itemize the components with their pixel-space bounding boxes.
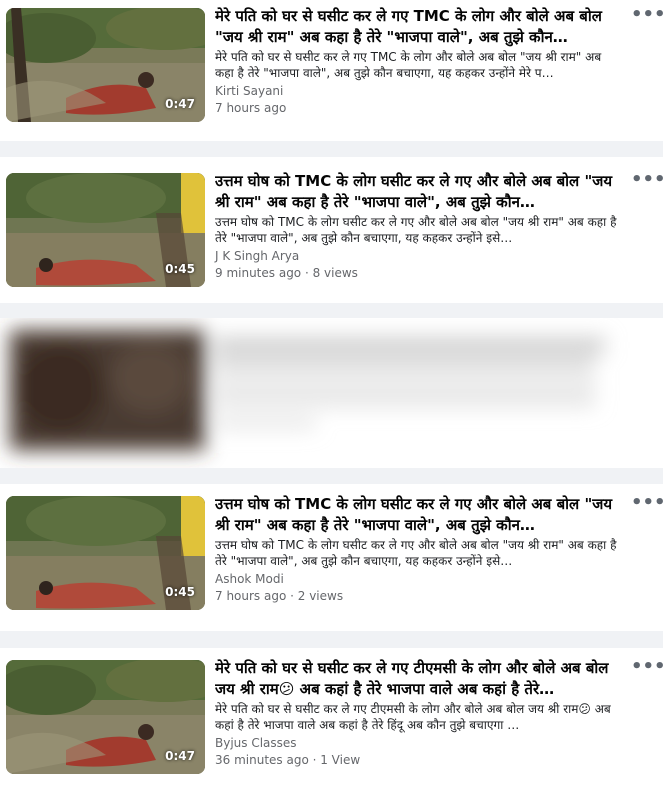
video-description: मेरे पति को घर से घसीट कर ले गए TMC के ल…	[215, 50, 602, 80]
blurred-content	[10, 330, 605, 450]
video-title[interactable]: मेरे पति को घर से घसीट कर ले गए टीएमसी क…	[215, 658, 620, 700]
video-thumbnail[interactable]: 0:47	[6, 8, 205, 122]
video-description: उत्तम घोष को TMC के लोग घसीट कर ले गए और…	[215, 215, 617, 245]
video-result-card[interactable]: 0:45 उत्तम घोष को TMC के लोग घसीट कर ले …	[0, 484, 663, 631]
video-result-card[interactable]: 0:45 उत्तम घोष को TMC के लोग घसीट कर ले …	[0, 157, 663, 303]
video-thumbnail[interactable]: 0:45	[6, 173, 205, 287]
video-description: मेरे पति को घर से घसीट कर ले गए टीएमसी क…	[215, 702, 611, 732]
video-result-card[interactable]: 0:47 मेरे पति को घर से घसीट कर ले गए टीए…	[0, 648, 663, 791]
more-options-icon[interactable]: •••	[631, 494, 663, 512]
more-options-icon[interactable]: •••	[631, 6, 663, 24]
more-options-icon[interactable]: •••	[631, 658, 663, 676]
video-thumbnail[interactable]: 0:47	[6, 660, 205, 774]
video-result-card[interactable]: 0:47 मेरे पति को घर से घसीट कर ले गए TMC…	[0, 0, 663, 141]
video-duration: 0:45	[165, 262, 195, 276]
video-meta: 36 minutes ago · 1 View	[215, 753, 361, 767]
video-meta: 9 minutes ago · 8 views	[215, 266, 358, 280]
video-author[interactable]: Byjus Classes	[215, 735, 620, 751]
video-thumbnail[interactable]: 0:45	[6, 496, 205, 610]
video-duration: 0:47	[165, 749, 195, 763]
video-meta: 7 hours ago · 2 views	[215, 589, 344, 603]
more-options-icon[interactable]: •••	[631, 171, 663, 189]
video-title[interactable]: उत्तम घोष को TMC के लोग घसीट कर ले गए और…	[215, 494, 620, 536]
video-description: उत्तम घोष को TMC के लोग घसीट कर ले गए और…	[215, 538, 617, 568]
blurred-result-card	[0, 318, 663, 468]
video-author[interactable]: Ashok Modi	[215, 571, 620, 587]
video-title[interactable]: उत्तम घोष को TMC के लोग घसीट कर ले गए और…	[215, 171, 620, 213]
video-title[interactable]: मेरे पति को घर से घसीट कर ले गए TMC के ल…	[215, 6, 620, 48]
video-author[interactable]: J K Singh Arya	[215, 248, 620, 264]
video-duration: 0:45	[165, 585, 195, 599]
video-meta: 7 hours ago	[215, 101, 287, 115]
video-author[interactable]: Kirti Sayani	[215, 83, 620, 99]
video-duration: 0:47	[165, 97, 195, 111]
